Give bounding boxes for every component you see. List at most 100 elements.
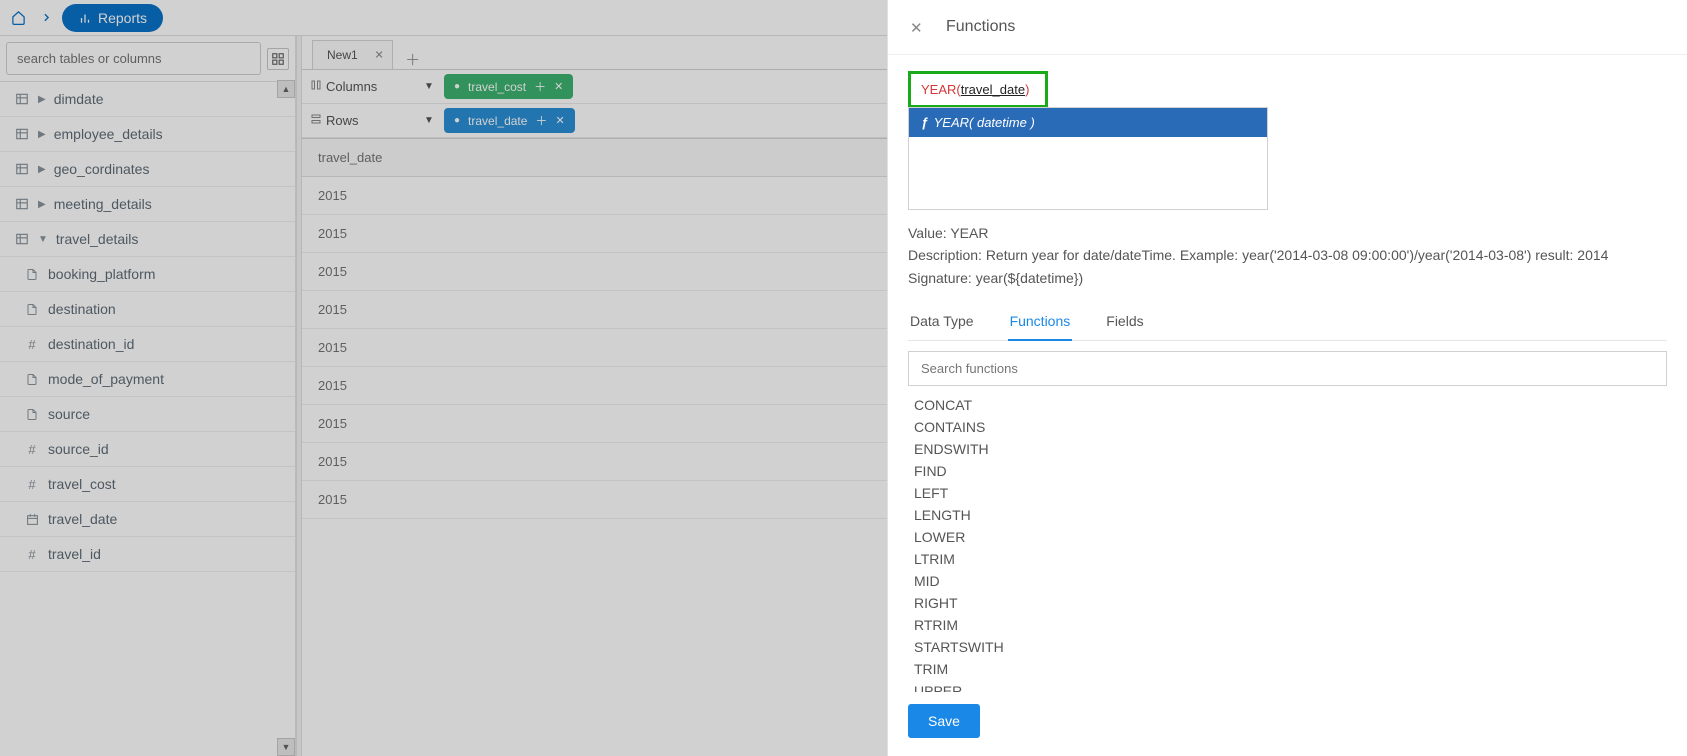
chevron-down-icon[interactable]: ▼ <box>424 115 436 126</box>
function-endswith[interactable]: ENDSWITH <box>910 438 1665 460</box>
number-icon: # <box>24 441 40 457</box>
function-right[interactable]: RIGHT <box>910 592 1665 614</box>
tab-new1[interactable]: New1 ✕ <box>312 40 393 69</box>
table-tree: ▶ dimdate ▶ employee_details ▶ geo_cordinates… <box>0 82 295 756</box>
rows-shelf-label: Rows <box>310 113 424 128</box>
caret-icon: ▼ <box>38 234 48 245</box>
function-rtrim[interactable]: RTRIM <box>910 614 1665 636</box>
column-label: travel_cost <box>48 476 116 492</box>
table-label: geo_cordinates <box>54 161 150 177</box>
function-left[interactable]: LEFT <box>910 482 1665 504</box>
caret-icon: ▶ <box>38 94 46 105</box>
tab-label: New1 <box>327 48 358 62</box>
table-employee_details[interactable]: ▶ employee_details <box>0 117 295 152</box>
number-icon: # <box>24 336 40 352</box>
columns-shelf-label: Columns <box>310 79 424 94</box>
tab-functions[interactable]: Functions <box>1008 303 1073 341</box>
table-label: meeting_details <box>54 196 152 212</box>
function-find[interactable]: FIND <box>910 460 1665 482</box>
close-panel-button[interactable]: ✕ <box>910 19 926 35</box>
function-length[interactable]: LENGTH <box>910 504 1665 526</box>
tab-fields[interactable]: Fields <box>1104 303 1145 340</box>
expr-argument: travel_date <box>961 82 1025 97</box>
caret-icon: ▶ <box>38 164 46 175</box>
table-label: travel_details <box>56 231 139 247</box>
column-destination[interactable]: destination <box>0 292 295 327</box>
chevron-down-icon[interactable]: ▼ <box>424 81 436 92</box>
function-lower[interactable]: LOWER <box>910 526 1665 548</box>
table-label: employee_details <box>54 126 163 142</box>
function-contains[interactable]: CONTAINS <box>910 416 1665 438</box>
text-icon <box>24 371 40 387</box>
reports-label: Reports <box>98 10 147 26</box>
plus-icon[interactable]: ＋ <box>535 112 547 129</box>
function-concat[interactable]: CONCAT <box>910 394 1665 416</box>
function-startswith[interactable]: STARTSWITH <box>910 636 1665 658</box>
column-label: source_id <box>48 441 109 457</box>
function-mid[interactable]: MID <box>910 570 1665 592</box>
column-booking_platform[interactable]: booking_platform <box>0 257 295 292</box>
bar-chart-icon <box>78 11 92 25</box>
table-icon <box>14 126 30 142</box>
columns-icon <box>310 79 322 94</box>
function-search-input[interactable] <box>908 351 1667 386</box>
table-geo_cordinates[interactable]: ▶ geo_cordinates <box>0 152 295 187</box>
close-icon[interactable]: ✕ <box>554 80 563 93</box>
suggestion-dropdown: ƒ YEAR( datetime ) <box>908 107 1268 210</box>
function-upper[interactable]: UPPER <box>910 680 1665 692</box>
table-meeting_details[interactable]: ▶meeting_details <box>0 187 295 222</box>
table-travel_details[interactable]: ▼ travel_details <box>0 222 295 257</box>
table-dimdate[interactable]: ▶ dimdate <box>0 82 295 117</box>
expr-function-name: YEAR( <box>921 82 961 97</box>
table-icon <box>14 196 30 212</box>
panel-title: Functions <box>946 18 1015 36</box>
text-icon <box>24 301 40 317</box>
column-source_id[interactable]: # source_id <box>0 432 295 467</box>
tab-data-type[interactable]: Data Type <box>908 303 976 340</box>
column-label: source <box>48 406 90 422</box>
column-label: mode_of_payment <box>48 371 164 387</box>
column-label: destination_id <box>48 336 134 352</box>
grid-view-toggle[interactable] <box>267 48 289 70</box>
number-icon: # <box>24 546 40 562</box>
caret-icon: ▶ <box>38 129 46 140</box>
column-label: travel_date <box>48 511 117 527</box>
home-icon <box>11 10 26 25</box>
column-source[interactable]: source <box>0 397 295 432</box>
add-tab-button[interactable]: ＋ <box>403 49 423 69</box>
home-button[interactable] <box>4 4 32 32</box>
save-button[interactable]: Save <box>908 704 980 738</box>
column-travel_date[interactable]: travel_date <box>0 502 295 537</box>
close-icon[interactable]: ✕ <box>374 49 383 62</box>
column-label: travel_id <box>48 546 101 562</box>
pill-travel-cost[interactable]: ● travel_cost ＋ ✕ <box>444 74 573 99</box>
scroll-up-button[interactable]: ▲ <box>277 80 295 98</box>
column-mode_of_payment[interactable]: mode_of_payment <box>0 362 295 397</box>
text-icon <box>24 406 40 422</box>
expr-close: ) <box>1025 82 1029 97</box>
text-icon <box>24 266 40 282</box>
grid-icon <box>271 52 285 66</box>
measure-icon: ● <box>454 81 460 92</box>
chevron-right-icon <box>40 11 53 24</box>
column-travel_cost[interactable]: # travel_cost <box>0 467 295 502</box>
function-ltrim[interactable]: LTRIM <box>910 548 1665 570</box>
close-icon[interactable]: ✕ <box>555 114 564 127</box>
column-travel_id[interactable]: # travel_id <box>0 537 295 572</box>
breadcrumb-chevron[interactable] <box>32 4 60 32</box>
pill-travel-date[interactable]: ● travel_date ＋ ✕ <box>444 108 575 133</box>
suggestion-item[interactable]: ƒ YEAR( datetime ) <box>909 108 1267 137</box>
column-destination_id[interactable]: # destination_id <box>0 327 295 362</box>
expression-input[interactable]: YEAR(travel_date) <box>908 71 1048 108</box>
scroll-down-button[interactable]: ▼ <box>277 738 295 756</box>
function-list: CONCATCONTAINSENDSWITHFINDLEFTLENGTHLOWE… <box>908 386 1667 692</box>
dimension-icon: ● <box>454 115 460 126</box>
function-trim[interactable]: TRIM <box>910 658 1665 680</box>
function-metadata: Value: YEAR Description: Return year for… <box>908 222 1667 289</box>
column-label: booking_platform <box>48 266 155 282</box>
reports-pill[interactable]: Reports <box>62 4 163 32</box>
number-icon: # <box>24 476 40 492</box>
plus-icon[interactable]: ＋ <box>534 78 546 95</box>
table-label: dimdate <box>54 91 104 107</box>
search-input[interactable] <box>6 42 261 75</box>
